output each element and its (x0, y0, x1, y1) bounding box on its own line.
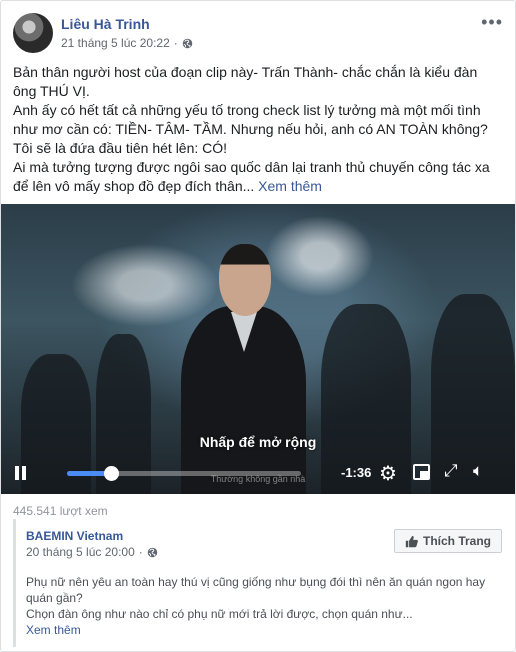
post-line: Bản thân người host của đoạn clip này- T… (13, 64, 478, 99)
shared-timestamp[interactable]: 20 tháng 5 lúc 20:00 (26, 545, 135, 559)
post-card: Liêu Hà Trinh 21 tháng 5 lúc 20:22 · •••… (0, 0, 516, 652)
shared-text-line: Chọn đàn ông như nào chỉ có phụ nữ mới t… (26, 607, 413, 621)
post-line: Ai mà tưởng tượng được ngôi sao quốc dân… (13, 158, 503, 196)
expand-hint[interactable]: Nhấp để mở rộng (1, 434, 515, 450)
like-page-button[interactable]: Thích Trang (393, 529, 502, 553)
separator: · (138, 545, 143, 559)
more-options-icon[interactable]: ••• (481, 13, 503, 31)
post-meta: 21 tháng 5 lúc 20:22 · (61, 36, 193, 50)
thumbs-up-icon (405, 535, 418, 547)
shared-post: BAEMIN Vietnam 20 tháng 5 lúc 20:00 · Th… (13, 519, 505, 647)
view-count: 445.541 lượt xem (13, 504, 108, 518)
like-page-label: Thích Trang (422, 534, 491, 548)
video-player[interactable]: Nhấp để mở rộng -1:36 ⚙ ⤢ 🔈︎ (1, 204, 515, 494)
post-text: Bản thân người host của đoạn clip này- T… (13, 63, 503, 196)
video-subject (181, 244, 306, 494)
globe-icon (147, 547, 158, 557)
post-line: Tôi sẽ là đứa đầu tiên hét lên: CÓ! (13, 140, 228, 156)
subject-head (219, 244, 271, 316)
shared-meta: 20 tháng 5 lúc 20:00 · (26, 545, 158, 559)
shared-text-line: Phụ nữ nên yêu an toàn hay thú vị cũng g… (26, 575, 486, 605)
author-name[interactable]: Liêu Hà Trinh (61, 16, 150, 32)
post-line: Anh ấy có hết tất cả những yếu tố trong … (13, 102, 488, 137)
shared-see-more-link[interactable]: Xem thêm (26, 623, 81, 637)
globe-icon (182, 38, 193, 48)
timestamp[interactable]: 21 tháng 5 lúc 20:22 (61, 36, 170, 50)
video-caption: Thường không gần nhà (210, 474, 306, 484)
shared-page-name[interactable]: BAEMIN Vietnam (26, 529, 123, 543)
separator: · (173, 36, 178, 50)
avatar[interactable] (13, 13, 53, 53)
post-line-text: Ai mà tưởng tượng được ngôi sao quốc dân… (13, 159, 490, 194)
shared-text: Phụ nữ nên yêu an toàn hay thú vị cũng g… (26, 574, 496, 622)
see-more-link[interactable]: Xem thêm (258, 178, 322, 194)
post-header: Liêu Hà Trinh 21 tháng 5 lúc 20:22 · ••• (13, 13, 503, 57)
